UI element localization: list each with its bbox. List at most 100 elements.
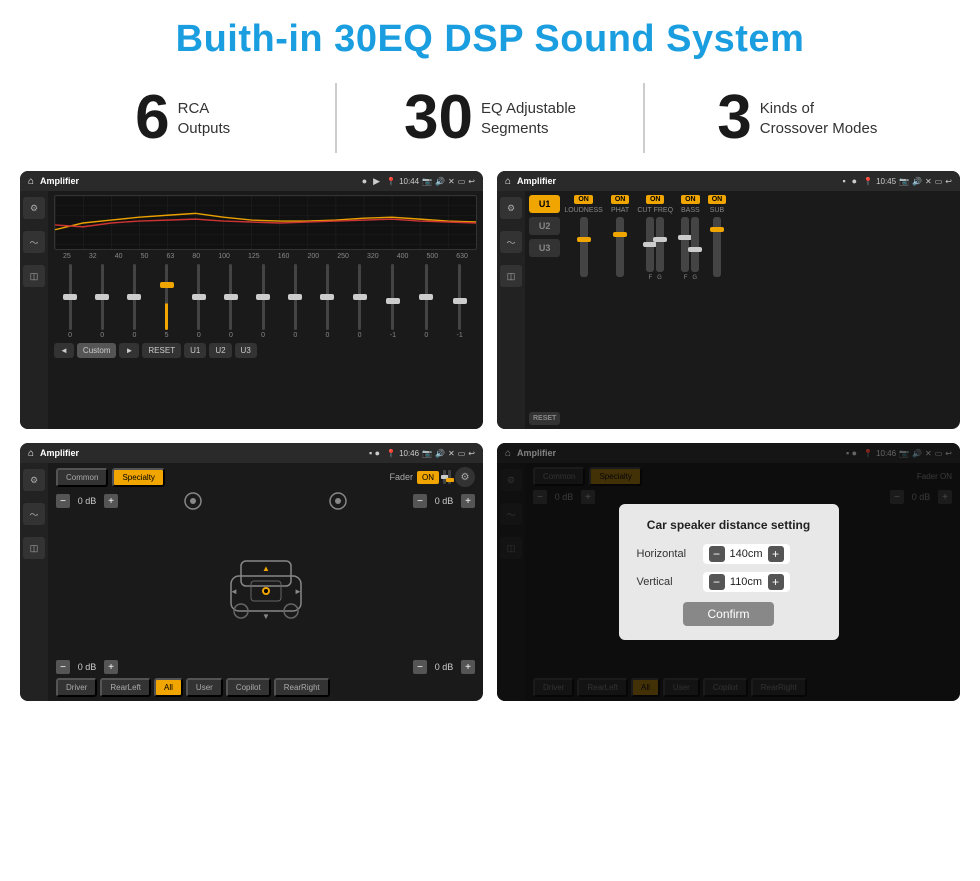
- vertical-minus[interactable]: −: [709, 574, 725, 590]
- horizontal-plus[interactable]: +: [768, 546, 784, 562]
- eq-u3-btn[interactable]: U3: [235, 343, 257, 358]
- eq-slider-10[interactable]: 0: [358, 264, 362, 339]
- eq-slider-3[interactable]: 0: [132, 264, 136, 339]
- cross-dot1: ▪: [842, 176, 845, 186]
- eq-slider-2[interactable]: 0: [100, 264, 104, 339]
- phat-label: PHAT: [611, 207, 629, 214]
- db-plus-tl[interactable]: +: [104, 494, 118, 508]
- cross-camera: 📷: [899, 177, 909, 186]
- eq-u1-btn[interactable]: U1: [184, 343, 206, 358]
- db-minus-tr[interactable]: −: [413, 494, 427, 508]
- horizontal-value: 140cm: [729, 548, 764, 560]
- db-plus-br[interactable]: +: [461, 660, 475, 674]
- bass-label: BASS: [681, 207, 700, 214]
- eq-slider-7[interactable]: 0: [261, 264, 265, 339]
- stat-label-rca: RCAOutputs: [178, 87, 231, 140]
- user-btn[interactable]: User: [186, 678, 223, 697]
- bass-slider-g[interactable]: [691, 217, 699, 272]
- freq-500: 500: [426, 253, 438, 260]
- db-control-bl: − 0 dB +: [56, 660, 118, 674]
- stat-number-eq: 30: [404, 87, 473, 149]
- eq-footer: ◄ Custom ► RESET U1 U2 U3: [54, 343, 477, 358]
- vertical-plus[interactable]: +: [768, 574, 784, 590]
- horizontal-minus[interactable]: −: [709, 546, 725, 562]
- copilot-btn[interactable]: Copilot: [226, 678, 271, 697]
- car-diagram: ▲ ▼ ◄ ►: [56, 515, 475, 656]
- eq-next-btn[interactable]: ►: [119, 343, 139, 358]
- cross-body: ON LOUDNESS ON PHAT: [564, 195, 956, 425]
- cross-time: 10:45: [876, 177, 896, 186]
- fader-on-badge: ON: [417, 471, 439, 484]
- fader-sidebar-btn-2[interactable]: 〜: [23, 503, 45, 525]
- loudness-slider[interactable]: [580, 217, 588, 277]
- fader-sidebar-btn-1[interactable]: ⚙: [23, 469, 45, 491]
- loudness-label: LOUDNESS: [564, 207, 603, 214]
- x-icon: ✕: [448, 177, 455, 186]
- horizontal-label: Horizontal: [637, 548, 697, 560]
- phat-slider[interactable]: [616, 217, 624, 277]
- all-btn[interactable]: All: [154, 678, 183, 697]
- db-minus-br[interactable]: −: [413, 660, 427, 674]
- eq-slider-1[interactable]: 0: [68, 264, 72, 339]
- eq-sidebar-btn-3[interactable]: ◫: [23, 265, 45, 287]
- bass-slider-f[interactable]: [681, 217, 689, 272]
- svg-text:▼: ▼: [262, 612, 270, 621]
- db-plus-bl[interactable]: +: [104, 660, 118, 674]
- sub-on: ON: [708, 195, 727, 204]
- distance-screen-card: ⌂ Amplifier ▪ ● 📍 10:46 📷 🔊 ✕ ▭ ↩ ⚙ 〜 ◫: [497, 443, 960, 701]
- vertical-stepper: − 110cm +: [703, 572, 790, 592]
- db-minus-bl[interactable]: −: [56, 660, 70, 674]
- rearleft-btn[interactable]: RearLeft: [100, 678, 151, 697]
- eq-slider-9[interactable]: 0: [326, 264, 330, 339]
- eq-slider-4[interactable]: 5: [165, 264, 169, 339]
- common-tab[interactable]: Common: [56, 468, 108, 487]
- eq-slider-12[interactable]: 0: [424, 264, 428, 339]
- eq-prev-btn[interactable]: ◄: [54, 343, 74, 358]
- rearright-btn[interactable]: RearRight: [274, 678, 330, 697]
- eq-play-icon: ▶: [373, 176, 380, 187]
- eq-sidebar-btn-1[interactable]: ⚙: [23, 197, 45, 219]
- fader-sidebar-btn-3[interactable]: ◫: [23, 537, 45, 559]
- channel-sub: ON SUB: [708, 195, 727, 425]
- eq-slider-13[interactable]: -1: [457, 264, 463, 339]
- cutfreq-label: CUT FREQ: [637, 207, 673, 214]
- eq-u2-btn[interactable]: U2: [209, 343, 231, 358]
- cutfreq-slider-g[interactable]: [656, 217, 664, 272]
- svg-text:►: ►: [294, 587, 302, 596]
- speaker-tl: [124, 491, 263, 511]
- cross-sidebar-btn-2[interactable]: 〜: [500, 231, 522, 253]
- driver-btn[interactable]: Driver: [56, 678, 97, 697]
- minimize-icon: ▭: [458, 177, 466, 186]
- fader-time: 10:46: [399, 449, 419, 458]
- eq-custom-btn[interactable]: Custom: [77, 343, 117, 358]
- eq-slider-11[interactable]: -1: [390, 264, 396, 339]
- fader-min: ▭: [458, 449, 466, 458]
- eq-slider-6[interactable]: 0: [229, 264, 233, 339]
- eq-sidebar-btn-2[interactable]: 〜: [23, 231, 45, 253]
- cross-preset-u2[interactable]: U2: [529, 217, 560, 235]
- settings-icon[interactable]: ⚙: [455, 467, 475, 487]
- freq-400: 400: [397, 253, 409, 260]
- freq-320: 320: [367, 253, 379, 260]
- db-minus-tl[interactable]: −: [56, 494, 70, 508]
- confirm-button[interactable]: Confirm: [683, 602, 773, 626]
- stat-eq: 30 EQ AdjustableSegments: [367, 87, 612, 149]
- eq-slider-8[interactable]: 0: [293, 264, 297, 339]
- sub-slider[interactable]: [713, 217, 721, 277]
- cross-reset[interactable]: RESET: [529, 412, 560, 425]
- db-plus-tr[interactable]: +: [461, 494, 475, 508]
- cross-preset-u1[interactable]: U1: [529, 195, 560, 213]
- eq-reset-btn[interactable]: RESET: [142, 343, 181, 358]
- cross-preset-u3[interactable]: U3: [529, 239, 560, 257]
- db-val-tl: 0 dB: [73, 496, 101, 506]
- cross-sidebar-btn-3[interactable]: ◫: [500, 265, 522, 287]
- eq-slider-5[interactable]: 0: [197, 264, 201, 339]
- specialty-tab[interactable]: Specialty: [112, 468, 164, 487]
- bass-on: ON: [681, 195, 700, 204]
- stat-rca: 6 RCAOutputs: [60, 87, 305, 149]
- channel-loudness: ON LOUDNESS: [564, 195, 603, 425]
- db-control-tl: − 0 dB +: [56, 494, 118, 508]
- cross-sidebar-btn-1[interactable]: ⚙: [500, 197, 522, 219]
- cutfreq-slider-f[interactable]: [646, 217, 654, 272]
- cutfreq-on: ON: [646, 195, 665, 204]
